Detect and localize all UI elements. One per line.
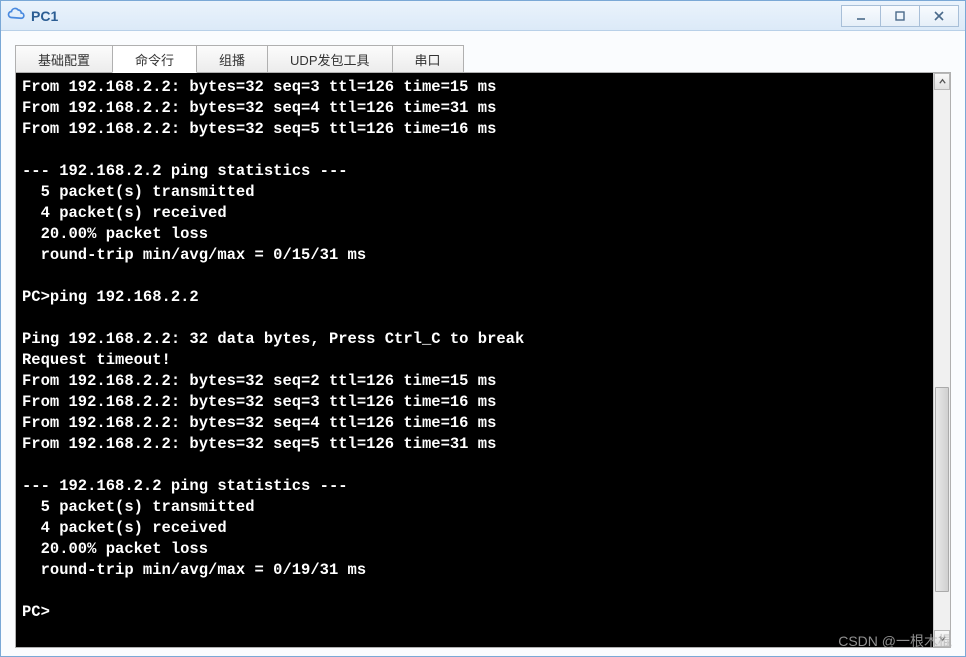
tab-command-line[interactable]: 命令行 [112,45,197,73]
scroll-down-button[interactable] [934,630,950,647]
minimize-icon [855,10,867,22]
scroll-up-button[interactable] [934,73,950,90]
tab-basic-config[interactable]: 基础配置 [15,45,113,73]
app-icon [7,7,25,25]
tab-serial[interactable]: 串口 [392,45,464,73]
chevron-down-icon [938,634,947,643]
titlebar: PC1 [1,1,965,31]
app-window: PC1 基础配置 命令行 组播 UDP发包工具 串口 From 192.168.… [0,0,966,657]
tab-udp-tool[interactable]: UDP发包工具 [267,45,392,73]
minimize-button[interactable] [841,5,881,27]
content-area: 基础配置 命令行 组播 UDP发包工具 串口 From 192.168.2.2:… [1,31,965,656]
maximize-button[interactable] [880,5,920,27]
scroll-thumb[interactable] [935,387,949,592]
terminal-container: From 192.168.2.2: bytes=32 seq=3 ttl=126… [15,72,951,648]
tab-row: 基础配置 命令行 组播 UDP发包工具 串口 [15,45,951,73]
terminal-output[interactable]: From 192.168.2.2: bytes=32 seq=3 ttl=126… [16,73,933,647]
window-controls [841,5,959,27]
chevron-up-icon [938,77,947,86]
tab-multicast[interactable]: 组播 [196,45,268,73]
window-title: PC1 [31,8,841,24]
cloud-icon [7,7,25,25]
close-icon [933,10,945,22]
close-button[interactable] [919,5,959,27]
maximize-icon [894,10,906,22]
scrollbar [933,73,950,647]
